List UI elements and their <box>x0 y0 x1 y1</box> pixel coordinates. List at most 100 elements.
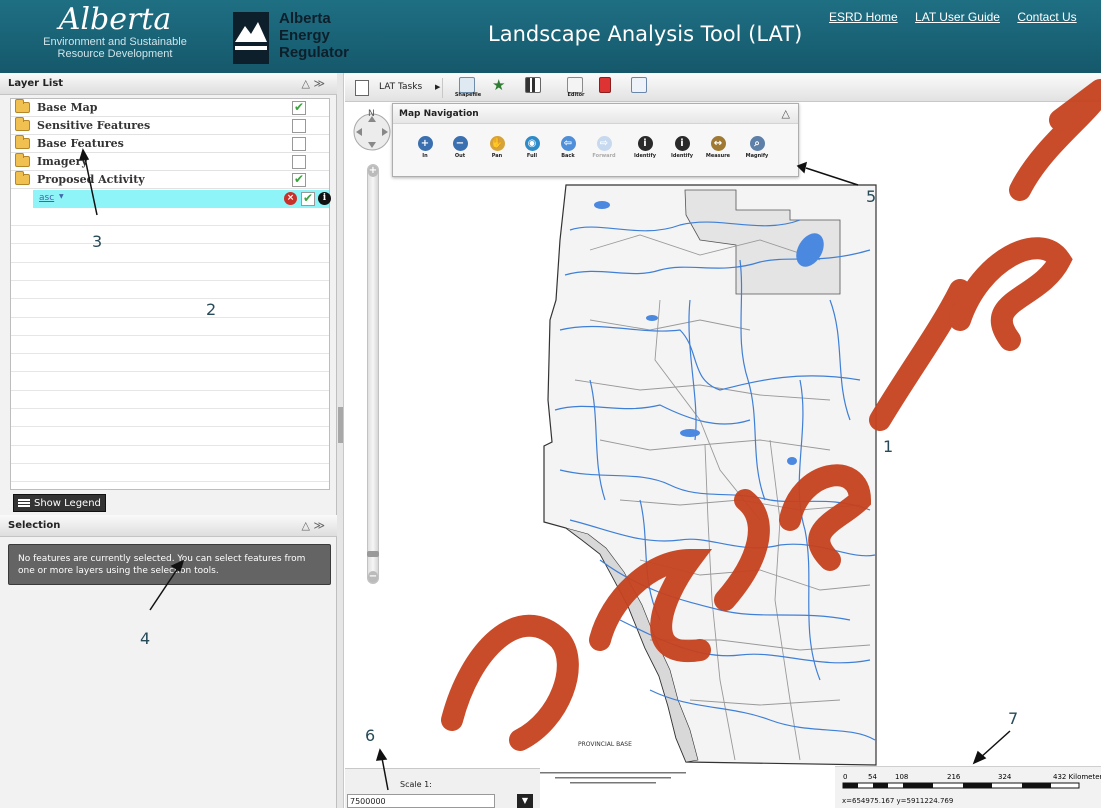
alberta-esrd-logo[interactable]: Alberta Environment and Sustainable Reso… <box>30 4 200 70</box>
empty-layer-row <box>11 428 329 446</box>
layer-row-base-features[interactable]: Base Features <box>11 135 329 153</box>
layer-list-header: Layer List △ ≫ <box>0 73 337 95</box>
app-header: Alberta Environment and Sustainable Reso… <box>0 0 1101 73</box>
tool-caption: Out <box>454 153 466 159</box>
favorite-edit-button[interactable]: ★ <box>488 76 514 100</box>
zoom-out-icon: − <box>452 136 468 151</box>
tool-caption: Identify <box>634 153 656 159</box>
folder-icon <box>15 171 30 185</box>
back-tool-button[interactable]: ⇦ Back <box>551 136 585 172</box>
lat-tasks-button[interactable]: LAT Tasks ▶ <box>349 78 443 98</box>
empty-layer-row <box>11 354 329 373</box>
layer-info-icon[interactable]: i <box>318 192 331 205</box>
identify-tool-button[interactable]: i Identify <box>665 136 699 172</box>
pan-hand-icon: ✋ <box>489 136 505 151</box>
pdf-button[interactable] <box>595 76 621 100</box>
pdf-icon <box>599 77 611 93</box>
editor-button[interactable]: Editor <box>563 76 589 100</box>
back-arrow-icon: ⇦ <box>560 136 576 151</box>
folder-icon <box>15 117 30 131</box>
sublayer-label[interactable]: asc <box>39 193 54 203</box>
forward-tool-button[interactable]: ⇨ Forward <box>587 136 621 172</box>
sublayer-visibility-checkbox[interactable] <box>301 191 315 206</box>
aer-mountain-icon <box>233 12 269 64</box>
chart-edit-button[interactable] <box>521 76 547 100</box>
collapse-icon[interactable]: △ <box>782 107 790 120</box>
shapefile-button[interactable]: Shapefile <box>455 76 481 100</box>
measure-tool-button[interactable]: ↔ Measure <box>701 136 735 172</box>
zoom-slider-thumb[interactable] <box>367 551 379 557</box>
scale-input[interactable] <box>347 794 495 808</box>
zoom-slider[interactable]: + − <box>367 164 379 584</box>
magnify-tool-button[interactable]: ⌕ Magnify <box>740 136 774 172</box>
remove-layer-icon[interactable]: × <box>284 192 297 205</box>
empty-layer-row <box>11 373 329 391</box>
empty-layer-row <box>11 263 329 281</box>
contact-us-link[interactable]: Contact Us <box>1017 10 1076 24</box>
panel-collapse-icon[interactable]: △ ≫ <box>302 519 325 532</box>
layer-row-sensitive-features[interactable]: Sensitive Features <box>11 117 329 135</box>
tool-caption: Identify <box>671 153 693 159</box>
layer-visibility-checkbox[interactable] <box>292 137 306 151</box>
esrd-home-link[interactable]: ESRD Home <box>829 10 898 24</box>
top-links: ESRD Home LAT User Guide Contact Us <box>829 10 1091 24</box>
layer-list-title: Layer List <box>8 78 64 89</box>
tool-caption: Pan <box>491 153 503 159</box>
lat-tasks-label: LAT Tasks <box>379 82 423 92</box>
aer-logo[interactable]: Alberta Energy Regulator <box>233 10 368 66</box>
north-label: N <box>368 109 375 119</box>
aer-name-line-3: Regulator <box>279 44 350 61</box>
map-navigation-dialog: Map Navigation △ + In − Out ✋ Pan ◉ Full ⇦ Back ⇨ F… <box>392 103 799 177</box>
empty-layer-row <box>11 208 329 226</box>
in-tool-button[interactable]: + In <box>408 136 442 172</box>
out-tool-button[interactable]: − Out <box>443 136 477 172</box>
sublayer-dropdown-icon[interactable]: ▼ <box>59 193 64 200</box>
provincial-base-label: PROVINCIAL BASE <box>578 741 632 748</box>
layer-visibility-checkbox[interactable] <box>292 119 306 133</box>
export-button[interactable] <box>627 76 653 100</box>
tool-caption: Forward <box>592 153 616 159</box>
magnify-icon: ⌕ <box>749 136 765 151</box>
layer-row-imagery[interactable]: Imagery <box>11 153 329 171</box>
scalebar-tick: 0 <box>843 773 847 781</box>
full-tool-button[interactable]: ◉ Full <box>515 136 549 172</box>
pan-control[interactable]: N <box>352 108 392 156</box>
splitter-grip[interactable] <box>338 407 343 443</box>
sublayer-row-asc[interactable]: asc ▼ × i <box>33 190 331 208</box>
folder-icon <box>15 153 30 167</box>
layer-row-proposed-activity[interactable]: Proposed Activity <box>11 171 329 189</box>
pan-tool-button[interactable]: ✋ Pan <box>480 136 514 172</box>
folder-icon <box>15 135 30 149</box>
layer-visibility-checkbox[interactable] <box>292 172 306 187</box>
panel-splitter[interactable] <box>337 73 344 808</box>
editor-icon <box>567 77 583 93</box>
map-view[interactable]: PROVINCIAL BASE <box>345 102 1101 808</box>
selection-message: No features are currently selected. You … <box>8 544 331 585</box>
alberta-map[interactable]: PROVINCIAL BASE <box>345 102 1101 808</box>
scalebar: 0 54 108 216 324 432 Kilometers x=654975… <box>835 766 1101 808</box>
map-disclaimer-text <box>540 772 686 784</box>
forward-arrow-icon: ⇨ <box>596 136 612 151</box>
zoom-out-button[interactable]: − <box>368 571 378 583</box>
layer-visibility-checkbox[interactable] <box>292 155 306 169</box>
measure-icon: ↔ <box>710 136 726 151</box>
empty-layer-row <box>11 318 329 336</box>
identify-tool-button[interactable]: i Identify <box>628 136 662 172</box>
layer-visibility-checkbox[interactable] <box>292 100 306 115</box>
show-legend-button[interactable]: Show Legend <box>13 494 106 512</box>
legend-icon <box>18 499 30 508</box>
scalebar-tick: 54 <box>868 773 877 781</box>
empty-layer-row <box>11 336 329 355</box>
ministry-name-line-2: Resource Development <box>57 48 173 60</box>
layer-list: Base Map Sensitive Features Base Feature… <box>10 98 331 490</box>
empty-layer-row <box>11 446 329 464</box>
lat-user-guide-link[interactable]: LAT User Guide <box>915 10 1000 24</box>
zoom-in-button[interactable]: + <box>368 165 378 177</box>
empty-layer-row <box>11 245 329 263</box>
ministry-name-line-1: Environment and Sustainable <box>43 36 187 48</box>
left-panel: Layer List △ ≫ Base Map Sensitive Featur… <box>0 73 337 808</box>
scale-dropdown-icon[interactable]: ▼ <box>517 794 533 808</box>
panel-collapse-icon[interactable]: △ ≫ <box>302 77 325 90</box>
layer-row-base-map[interactable]: Base Map <box>11 99 329 117</box>
zoom-in-icon: + <box>417 136 433 151</box>
